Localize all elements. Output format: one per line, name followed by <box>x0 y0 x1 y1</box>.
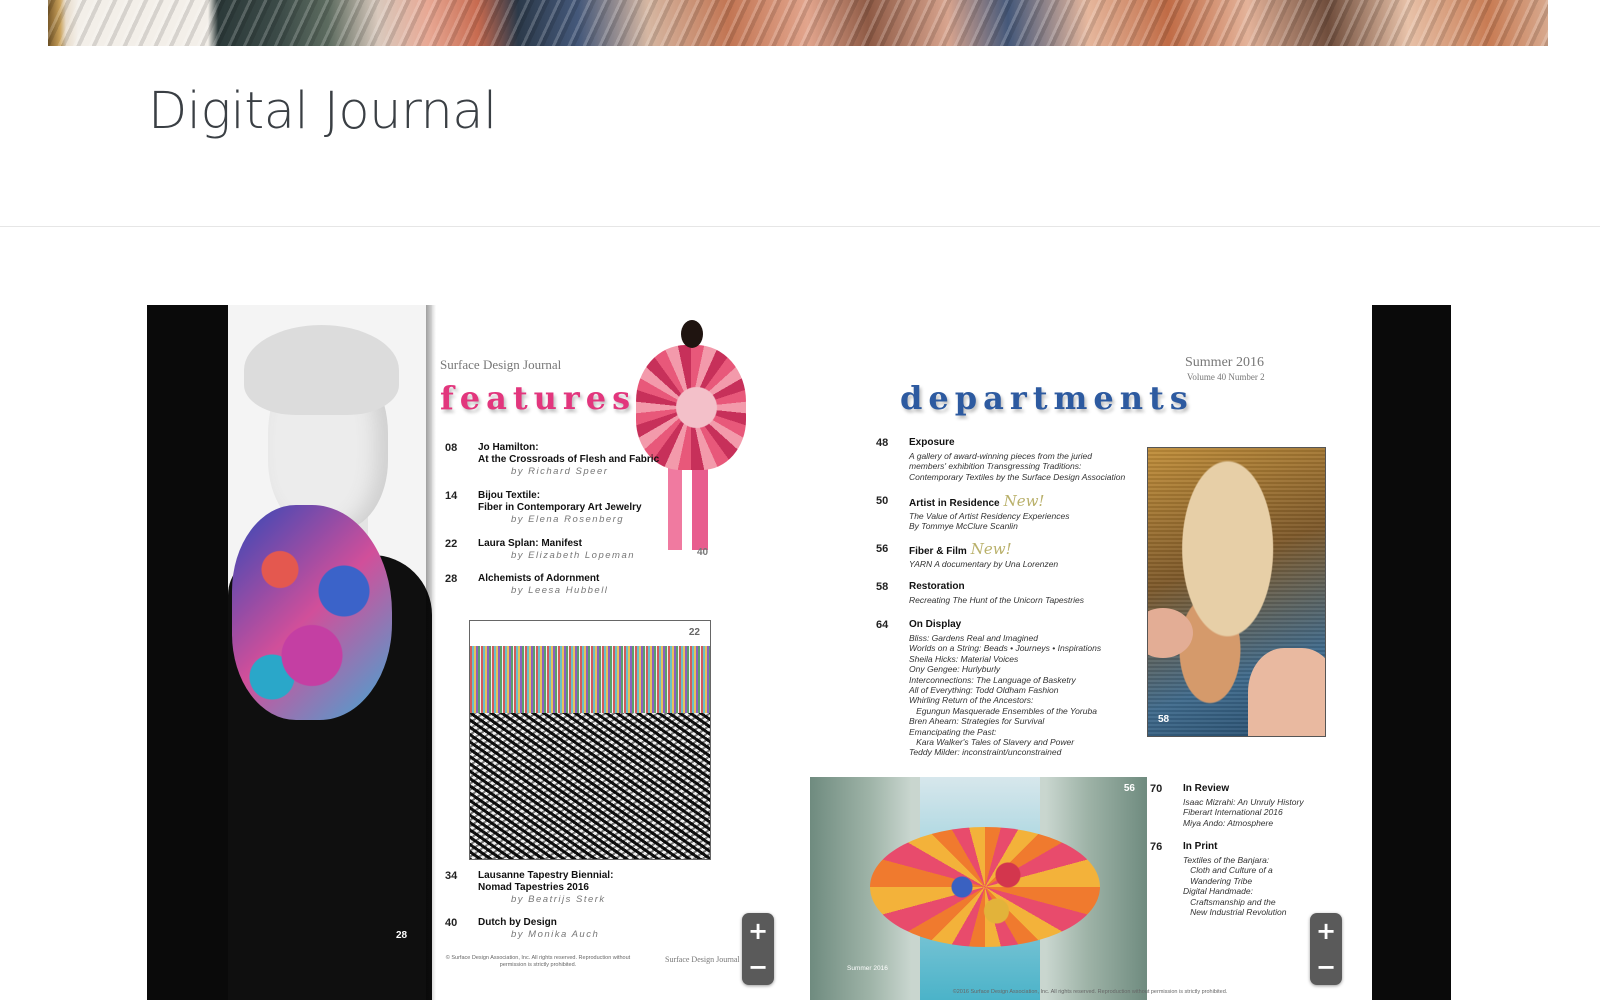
entry-page-number: 28 <box>445 573 458 585</box>
entry-description: Textiles of the Banjara: Cloth and Cultu… <box>1183 855 1287 918</box>
entry-title: Exposure <box>909 437 955 449</box>
footer-masthead: Surface Design Journal <box>665 955 740 964</box>
zoom-in-button[interactable]: + <box>742 913 774 949</box>
entry-author: by Beatrijs Sterk <box>511 894 606 905</box>
tapestry-page-number: 58 <box>1158 714 1170 725</box>
copyright-footnote-right: ©2016 Surface Design Association, Inc. A… <box>952 989 1228 995</box>
copyright-footnote: © Surface Design Association, Inc. All r… <box>445 955 631 968</box>
new-badge: New! <box>970 540 1012 558</box>
entry-description: Isaac Mizrahi: An Unruly History Fiberar… <box>1183 797 1304 828</box>
entry-page-number: 56 <box>876 543 889 555</box>
magazine-page-right[interactable]: Summer 2016 Volume 40 Number 2 departmen… <box>810 305 1372 1000</box>
entry-title: On Display <box>909 619 961 631</box>
entry-page-number: 58 <box>876 581 889 593</box>
entry-author: by Leesa Hubbell <box>511 585 609 596</box>
installation-photo: 56 Summer 2016 <box>810 777 1147 1000</box>
fringe-textile-photo: 22 <box>469 620 711 860</box>
entry-title: Lausanne Tapestry Biennial: Nomad Tapest… <box>478 870 614 893</box>
flipbook-viewer[interactable]: 28 Surface Design Journal features 40 08… <box>147 305 1451 1000</box>
installation-caption: Summer 2016 <box>847 965 888 972</box>
entry-title-text: Exposure <box>909 437 955 448</box>
entry-description: Bliss: Gardens Real and Imagined Worlds … <box>909 633 1102 758</box>
entry-page-number: 08 <box>445 442 458 454</box>
features-heading: features <box>440 379 637 417</box>
entry-title-text: Restoration <box>909 581 965 592</box>
entry-page-number: 22 <box>445 538 458 550</box>
dancer-page-number: 40 <box>697 547 709 558</box>
entry-description: YARN A documentary by Una Lorenzen <box>909 559 1059 569</box>
entry-description: A gallery of award-winning pieces from t… <box>909 451 1126 482</box>
entry-page-number: 70 <box>1150 783 1163 795</box>
entry-title-text: On Display <box>909 619 962 630</box>
magazine-page-left[interactable]: 28 Surface Design Journal features 40 08… <box>228 305 810 1000</box>
entry-author: by Monika Auch <box>511 929 600 940</box>
header-banner-image <box>48 0 1548 46</box>
entry-title: Alchemists of Adornment <box>478 573 600 584</box>
entry-description: Recreating The Hunt of the Unicorn Tapes… <box>909 595 1084 605</box>
new-badge: New! <box>1003 492 1045 510</box>
entry-title-text: In Review <box>1183 783 1230 794</box>
entry-title-text: Artist in Residence <box>909 498 1000 509</box>
entry-author: by Elizabeth Lopeman <box>511 550 636 561</box>
entry-page-number: 64 <box>876 619 889 631</box>
tapestry-restoration-photo: 58 <box>1147 447 1326 737</box>
entry-author: by Elena Rosenberg <box>511 514 625 525</box>
entry-page-number: 76 <box>1150 841 1163 853</box>
portrait-photo: 28 <box>228 305 432 1000</box>
dancer-photo <box>626 315 756 560</box>
installation-page-number: 56 <box>1123 783 1135 794</box>
entry-page-number: 40 <box>445 917 458 929</box>
issue-label: Summer 2016 <box>1185 355 1264 370</box>
entry-title: Restoration <box>909 581 965 593</box>
entry-description: The Value of Artist Residency Experience… <box>909 511 1070 532</box>
entry-author: by Richard Speer <box>511 466 609 477</box>
entry-page-number: 50 <box>876 495 889 507</box>
entry-title: In Print <box>1183 841 1217 853</box>
entry-title: Dutch by Design <box>478 917 557 928</box>
entry-title: Artist in Residence New! <box>909 492 1045 510</box>
page-spine-shadow <box>426 305 436 1000</box>
entry-page-number: 48 <box>876 437 889 449</box>
page-title: Digital Journal <box>148 82 497 141</box>
entry-page-number: 14 <box>445 490 458 502</box>
departments-heading: departments <box>900 379 1194 417</box>
volume-label: Volume 40 Number 2 <box>1187 372 1265 382</box>
fringe-page-number: 22 <box>688 627 700 638</box>
masthead-label: Surface Design Journal <box>440 357 562 372</box>
portrait-page-number: 28 <box>396 930 408 941</box>
entry-title: Bijou Textile: Fiber in Contemporary Art… <box>478 490 642 513</box>
zoom-in-button[interactable]: + <box>1310 913 1342 949</box>
entry-title: Jo Hamilton: At the Crossroads of Flesh … <box>478 442 660 465</box>
entry-title: Fiber & Film New! <box>909 540 1012 558</box>
entry-page-number: 34 <box>445 870 458 882</box>
zoom-out-button[interactable]: − <box>742 949 774 985</box>
entry-title: In Review <box>1183 783 1229 795</box>
entry-title: Laura Splan: Manifest <box>478 538 582 549</box>
header-divider <box>0 226 1600 227</box>
zoom-control-left: + − <box>742 913 774 985</box>
entry-title-text: In Print <box>1183 841 1218 852</box>
entry-title-text: Fiber & Film <box>909 546 967 557</box>
zoom-out-button[interactable]: − <box>1310 949 1342 985</box>
zoom-control-right: + − <box>1310 913 1342 985</box>
